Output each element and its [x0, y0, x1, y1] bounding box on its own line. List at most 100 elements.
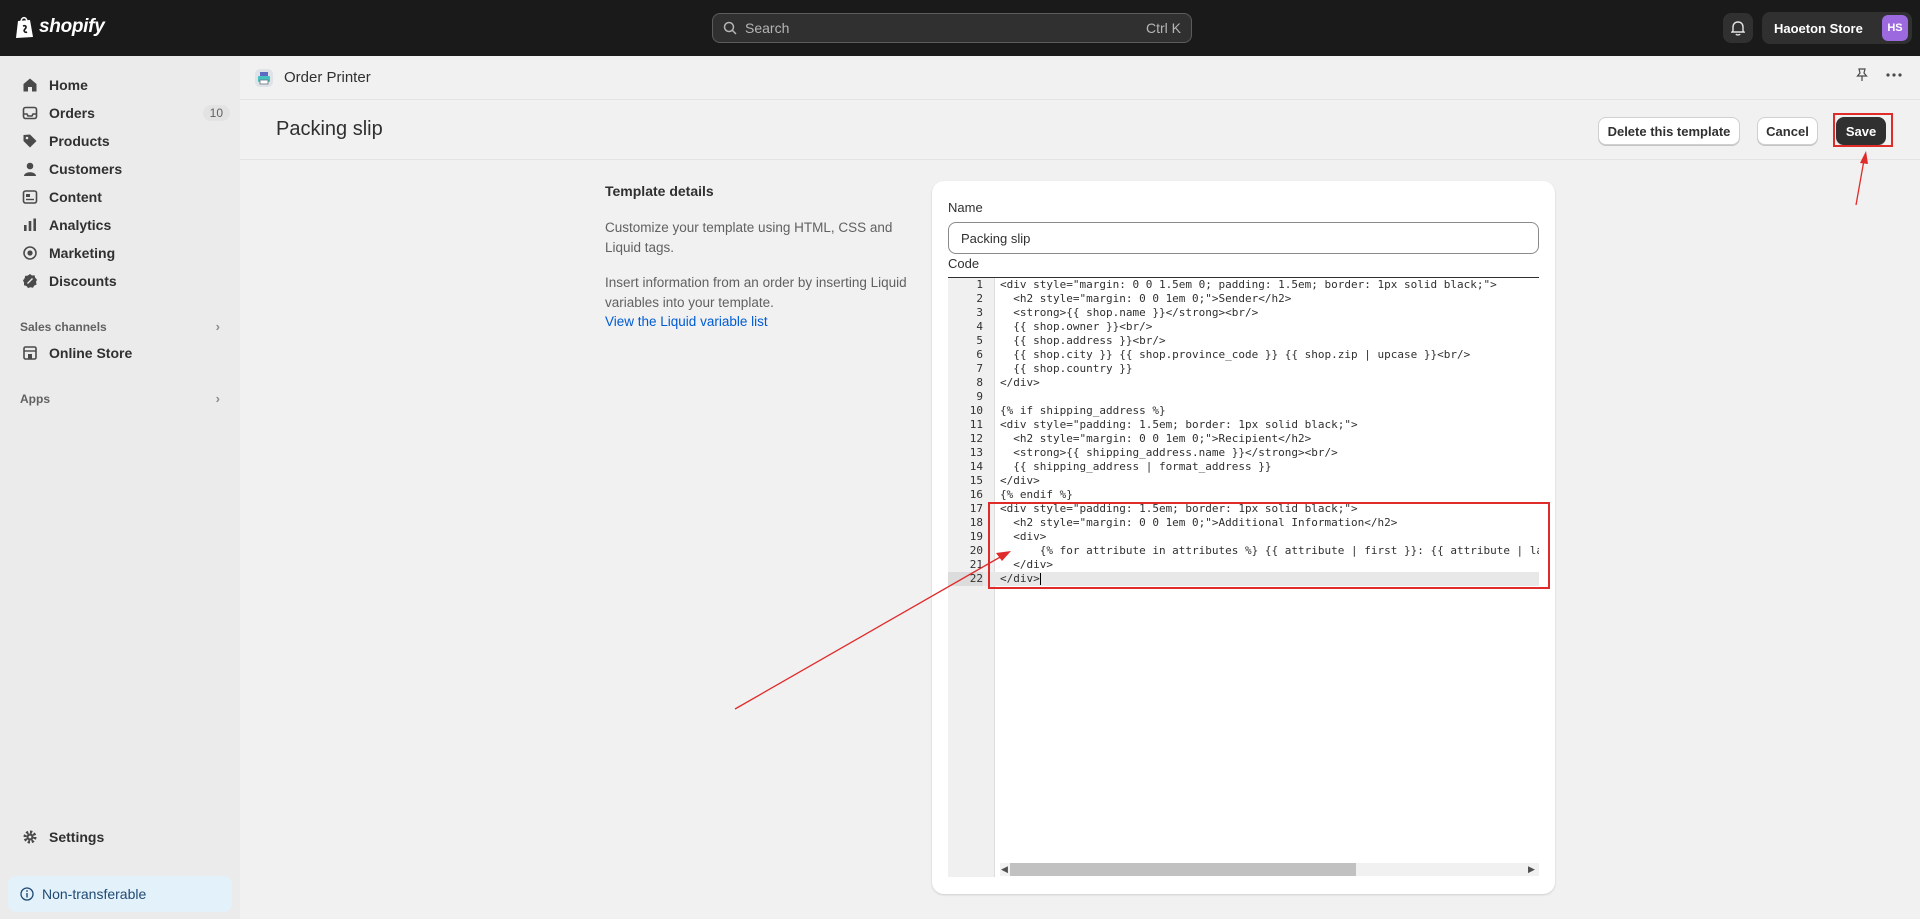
target-icon: [23, 246, 37, 260]
search-bar[interactable]: Search Ctrl K: [712, 13, 1192, 43]
sidebar-item-settings[interactable]: Settings: [12, 824, 232, 850]
content-icon: [22, 190, 38, 204]
tag-icon: [23, 134, 37, 148]
code-text: {% if shipping_address %}: [1000, 404, 1166, 417]
sidebar-item-label: Customers: [49, 161, 123, 177]
line-number: 3: [976, 306, 983, 319]
sales-channels-section[interactable]: Sales channels ›: [20, 319, 220, 334]
notifications-button[interactable]: [1723, 13, 1753, 43]
template-name-input[interactable]: Packing slip: [948, 222, 1539, 254]
line-number: 19: [969, 530, 983, 543]
orders-count-badge: 10: [202, 105, 230, 121]
scroll-left-icon[interactable]: ◀: [1001, 864, 1008, 875]
sidebar-item-label: Content: [49, 189, 102, 205]
line-number: 20: [969, 544, 983, 557]
sidebar-item-content[interactable]: Content: [12, 184, 232, 210]
line-number: 16: [969, 488, 983, 501]
chart-icon: [24, 218, 36, 231]
code-line[interactable]: 6 {{ shop.city }} {{ shop.province_code …: [948, 348, 1539, 362]
sidebar-item-customers[interactable]: Customers: [12, 156, 232, 182]
sidebar-item-analytics[interactable]: Analytics: [12, 212, 232, 238]
sidebar-item-orders[interactable]: Orders 10: [12, 100, 232, 126]
sidebar-item-products[interactable]: Products: [12, 128, 232, 154]
sidebar-item-label: Products: [49, 133, 110, 149]
line-number: 12: [969, 432, 983, 445]
scroll-right-icon[interactable]: ▶: [1528, 864, 1535, 875]
code-line[interactable]: 1 <div style="margin: 0 0 1.5em 0; paddin…: [948, 278, 1539, 292]
app-bar: Order Printer: [240, 56, 1920, 100]
store-name: Haoeton Store: [1774, 20, 1863, 36]
line-number: 22: [948, 572, 983, 586]
save-highlight-box: [1833, 113, 1893, 147]
person-icon: [24, 162, 36, 176]
code-line[interactable]: 3 <strong>{{ shop.name }}</strong><br/>: [948, 306, 1539, 320]
sales-channels-label: Sales channels: [20, 319, 107, 334]
code-text: <h2 style="margin: 0 0 1em 0;">Sender</h…: [1000, 292, 1292, 305]
code-line[interactable]: 4 {{ shop.owner }}<br/>: [948, 320, 1539, 334]
code-text: {{ shipping_address | format_address }}: [1000, 460, 1272, 473]
line-number: 18: [969, 516, 983, 529]
store-icon: [23, 346, 37, 360]
code-text: </div>: [1000, 376, 1040, 389]
info-icon: [20, 887, 34, 901]
non-transferable-banner[interactable]: Non-transferable: [8, 876, 232, 912]
liquid-variable-link[interactable]: View the Liquid variable list: [605, 314, 768, 329]
chevron-right-icon: ›: [215, 391, 220, 406]
chevron-right-icon: ›: [215, 319, 220, 334]
discount-icon: [23, 274, 37, 288]
line-number: 1: [976, 278, 983, 291]
sidebar-item-marketing[interactable]: Marketing: [12, 240, 232, 266]
line-number: 17: [969, 502, 983, 515]
gear-icon: [23, 830, 37, 844]
shopify-bag-icon: [16, 16, 33, 38]
code-highlight-box: [988, 502, 1550, 589]
code-line[interactable]: 15 </div>: [948, 474, 1539, 488]
code-line[interactable]: 8 </div>: [948, 376, 1539, 390]
annotation-arrow-save: [1855, 159, 1865, 206]
code-text: {% endif %}: [1000, 488, 1073, 501]
non-transferable-label: Non-transferable: [42, 886, 147, 902]
code-text: <strong>{{ shipping_address.name }}</str…: [1000, 446, 1338, 459]
code-line[interactable]: 11 <div style="padding: 1.5em; border: 1p…: [948, 418, 1539, 432]
app-bar-actions: [1856, 68, 1902, 87]
name-label: Name: [948, 200, 983, 215]
delete-template-button[interactable]: Delete this template: [1598, 117, 1740, 145]
code-line[interactable]: 7 {{ shop.country }}: [948, 362, 1539, 376]
code-text: {{ shop.city }} {{ shop.province_code }}…: [1000, 348, 1471, 361]
horizontal-scrollbar-thumb[interactable]: [1010, 863, 1356, 876]
code-line[interactable]: 10 {% if shipping_address %}: [948, 404, 1539, 418]
sidebar-item-online-store[interactable]: Online Store: [12, 340, 232, 366]
line-number: 2: [976, 292, 983, 305]
line-number: 21: [969, 558, 983, 571]
code-line[interactable]: 2 <h2 style="margin: 0 0 1em 0;">Sender<…: [948, 292, 1539, 306]
top-bar: shopify Search Ctrl K Haoeton Store HS: [0, 0, 1920, 56]
sidebar: Home Orders 10 Products Customers Conten…: [0, 56, 240, 919]
avatar: HS: [1882, 15, 1908, 41]
shopify-logo[interactable]: shopify: [15, 15, 105, 39]
line-number: 11: [969, 418, 983, 431]
template-details-heading: Template details: [605, 183, 714, 199]
home-icon: [23, 78, 37, 92]
sidebar-item-label: Online Store: [49, 345, 133, 361]
orders-icon: [22, 106, 38, 120]
cancel-button[interactable]: Cancel: [1757, 117, 1818, 145]
code-line[interactable]: 14 {{ shipping_address | format_address …: [948, 460, 1539, 474]
sidebar-item-label: Home: [49, 77, 88, 93]
apps-section[interactable]: Apps ›: [20, 391, 220, 406]
store-menu-button[interactable]: Haoeton Store HS: [1762, 12, 1912, 44]
pin-icon[interactable]: [1856, 68, 1868, 87]
sidebar-item-discounts[interactable]: Discounts: [12, 268, 232, 294]
search-placeholder: Search: [745, 20, 790, 36]
code-line[interactable]: 12 <h2 style="margin: 0 0 1em 0;">Recipi…: [948, 432, 1539, 446]
code-text: <div style="margin: 0 0 1.5em 0; padding…: [1000, 278, 1497, 291]
printer-icon: [255, 68, 273, 87]
sidebar-item-home[interactable]: Home: [12, 72, 232, 98]
more-options-icon[interactable]: [1886, 68, 1902, 87]
code-text: {{ shop.owner }}<br/>: [1000, 320, 1153, 333]
code-line[interactable]: 13 <strong>{{ shipping_address.name }}</…: [948, 446, 1539, 460]
line-number: 15: [969, 474, 983, 487]
code-line[interactable]: 9: [948, 390, 1539, 404]
code-line[interactable]: 16 {% endif %}: [948, 488, 1539, 502]
app-name: Order Printer: [284, 69, 371, 86]
code-line[interactable]: 5 {{ shop.address }}<br/>: [948, 334, 1539, 348]
